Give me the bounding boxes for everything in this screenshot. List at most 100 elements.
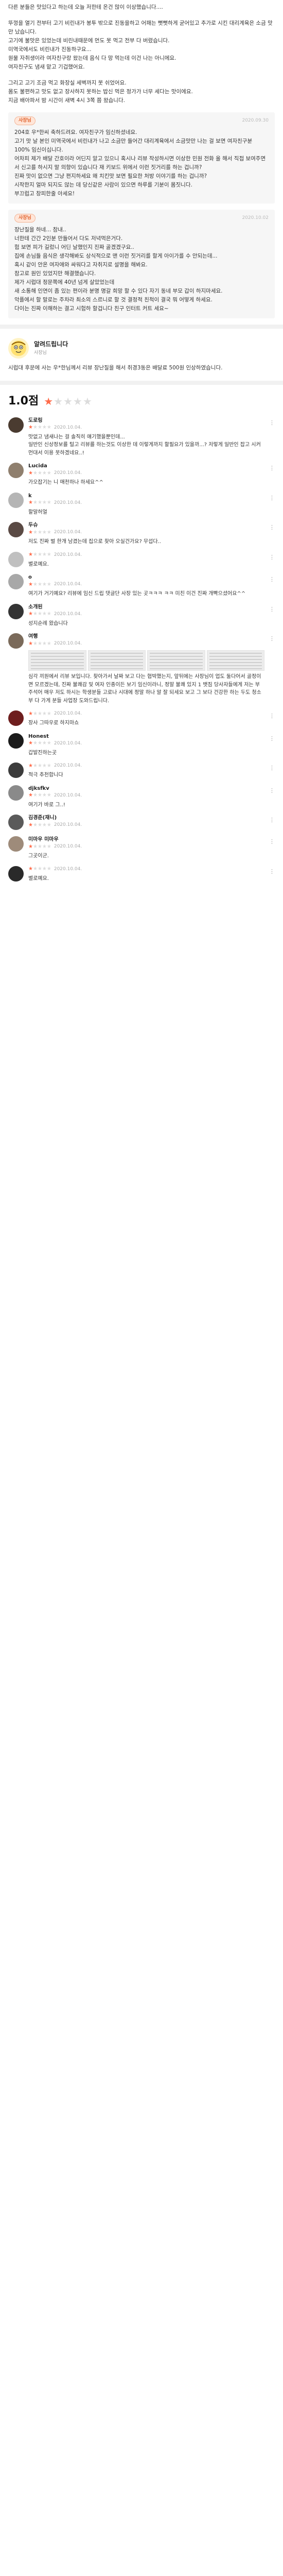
rating-score: 1.0점 bbox=[8, 395, 39, 408]
more-options-icon[interactable]: ⋮ bbox=[269, 552, 275, 562]
comment-item: Lucida ★ ★ ★ ★ ★ 2020.10.04. 가오잡기는 니 매천하나 하세요^^… bbox=[0, 459, 283, 489]
comment-stars: ★ ★ ★ ★ ★ bbox=[28, 530, 51, 536]
owner-reply-header: 사장님 2020.10.02 bbox=[14, 214, 269, 223]
comment-meta: ★ ★ ★ ★ ★ 2020.10.04. bbox=[28, 792, 264, 799]
comment-author[interactable]: 미마우 미마우 bbox=[28, 836, 264, 843]
comment-meta: ★ ★ ★ ★ ★ 2020.10.04. bbox=[28, 822, 264, 828]
star-icon: ★ bbox=[32, 552, 38, 558]
comment-text: 맛없고 냄새나는 걸 솔직히 얘기했을뿐인데... 일반인 신상정보를 털고 리… bbox=[28, 434, 261, 456]
comment-stars: ★ ★ ★ ★ ★ bbox=[28, 866, 51, 872]
more-options-icon[interactable]: ⋮ bbox=[269, 866, 275, 876]
avatar[interactable] bbox=[8, 551, 24, 567]
comment-stars: ★ ★ ★ ★ ★ bbox=[28, 611, 51, 617]
comment-author[interactable]: o bbox=[28, 574, 264, 581]
star-icon: ★ bbox=[37, 740, 42, 747]
more-options-icon[interactable]: ⋮ bbox=[269, 815, 275, 825]
comment-author[interactable]: Honest bbox=[28, 733, 264, 740]
more-options-icon[interactable]: ⋮ bbox=[269, 493, 275, 503]
comment-body: 미마우 미마우 ★ ★ ★ ★ ★ 2020.10.04. 그곳이군. bbox=[28, 836, 264, 860]
avatar[interactable] bbox=[8, 603, 24, 619]
avatar[interactable] bbox=[8, 815, 24, 831]
comment-stars: ★ ★ ★ ★ ★ bbox=[28, 822, 51, 828]
star-icon: ★ bbox=[73, 395, 82, 408]
comment-body: ★ ★ ★ ★ ★ 2020.10.04. 적극 추천합니다 bbox=[28, 762, 264, 779]
avatar[interactable] bbox=[8, 733, 24, 749]
attached-image[interactable] bbox=[147, 650, 205, 671]
star-icon: ★ bbox=[42, 581, 47, 587]
avatar[interactable] bbox=[8, 463, 24, 479]
comment-author[interactable]: k bbox=[28, 493, 264, 500]
avatar[interactable] bbox=[8, 522, 24, 538]
comment-author[interactable]: djksfkv bbox=[28, 785, 264, 792]
more-options-icon[interactable]: ⋮ bbox=[269, 733, 275, 743]
owner-reply: 사장님 2020.10.02 장난질을 하네... 참내.. 너한테 간간 2인… bbox=[8, 210, 275, 318]
star-icon: ★ bbox=[42, 552, 47, 558]
more-options-icon[interactable]: ⋮ bbox=[269, 785, 275, 795]
avatar[interactable] bbox=[8, 574, 24, 590]
comment-author[interactable]: Lucida bbox=[28, 463, 264, 470]
avatar[interactable] bbox=[8, 710, 24, 726]
comment-text: 별로예요. bbox=[28, 875, 49, 882]
reply-date: 2020.09.30 bbox=[242, 118, 269, 124]
avatar[interactable] bbox=[8, 866, 24, 882]
more-options-icon[interactable]: ⋮ bbox=[269, 762, 275, 773]
avatar[interactable] bbox=[8, 492, 24, 508]
more-options-icon[interactable]: ⋮ bbox=[269, 633, 275, 643]
star-icon: ★ bbox=[28, 552, 33, 558]
comment-stars: ★ ★ ★ ★ ★ bbox=[28, 582, 51, 588]
comment-author[interactable]: 도로링 bbox=[28, 417, 264, 425]
comment-author[interactable]: 여행 bbox=[28, 633, 264, 640]
avatar[interactable] bbox=[8, 762, 24, 778]
more-options-icon[interactable]: ⋮ bbox=[269, 836, 275, 846]
star-icon: ★ bbox=[32, 529, 38, 535]
avatar[interactable] bbox=[8, 633, 24, 649]
section-divider bbox=[0, 325, 283, 329]
comment-meta: ★ ★ ★ ★ ★ 2020.10.04. bbox=[28, 529, 264, 536]
comment-author[interactable]: 김경준(재니) bbox=[28, 815, 264, 822]
comment-body: Honest ★ ★ ★ ★ ★ 2020.10.04. 갑발진하는곳 bbox=[28, 733, 264, 757]
more-options-icon[interactable]: ⋮ bbox=[269, 710, 275, 721]
avatar[interactable] bbox=[8, 417, 24, 433]
reply-date: 2020.10.02 bbox=[242, 215, 269, 221]
comment-body: o ★ ★ ★ ★ ★ 2020.10.04. 여기가 거기예요? 리뷰에 임신 드립 댓글단… bbox=[28, 574, 264, 598]
comment-meta: ★ ★ ★ ★ ★ 2020.10.04. bbox=[28, 425, 264, 431]
star-icon: ★ bbox=[28, 470, 33, 476]
comment-meta: ★ ★ ★ ★ ★ 2020.10.04. bbox=[28, 762, 264, 769]
notice-text: 시럽대 후문에 사는 우*한님께서 리뷰 장난질을 해서 취경3동은 배달료 5… bbox=[8, 365, 223, 371]
star-icon: ★ bbox=[32, 762, 38, 769]
star-icon: ★ bbox=[37, 611, 42, 617]
owner-badge: 사장님 bbox=[14, 116, 36, 125]
comment-stars: ★ ★ ★ ★ ★ bbox=[28, 844, 51, 850]
notice-subtitle: 사장님 bbox=[34, 350, 47, 356]
more-options-icon[interactable]: ⋮ bbox=[269, 463, 275, 473]
more-options-icon[interactable]: ⋮ bbox=[269, 604, 275, 614]
comment-item: o ★ ★ ★ ★ ★ 2020.10.04. 여기가 거기예요? 리뷰에 임신 드립 댓글단… bbox=[0, 570, 283, 600]
comment-meta: ★ ★ ★ ★ ★ 2020.10.04. bbox=[28, 843, 264, 850]
comment-date: 2020.10.04. bbox=[54, 844, 82, 850]
avatar[interactable] bbox=[8, 836, 24, 852]
comment-body: ★ ★ ★ ★ ★ 2020.10.04. 장사 그따우로 하지마쇼 bbox=[28, 710, 264, 727]
comment-date: 2020.10.04. bbox=[54, 500, 82, 505]
more-options-icon[interactable]: ⋮ bbox=[269, 574, 275, 584]
star-icon: ★ bbox=[32, 640, 38, 647]
comment-author[interactable]: 두슈 bbox=[28, 522, 264, 529]
attached-image[interactable] bbox=[87, 650, 146, 671]
comment-body: ★ ★ ★ ★ ★ 2020.10.04. 별로예요. bbox=[28, 866, 264, 883]
star-icon: ★ bbox=[46, 611, 51, 617]
avatar[interactable] bbox=[8, 785, 24, 801]
star-icon: ★ bbox=[46, 866, 51, 872]
comment-list: 도로링 ★ ★ ★ ★ ★ 2020.10.04. 맛없고 냄새나는 걸 솔직히 얘기했을뿐인… bbox=[0, 414, 283, 885]
star-icon: ★ bbox=[42, 470, 47, 476]
comment-body: 김경준(재니) ★ ★ ★ ★ ★ 2020.10.04. bbox=[28, 815, 264, 831]
star-icon: ★ bbox=[32, 500, 38, 506]
star-icon: ★ bbox=[37, 822, 42, 828]
comment-stars: ★ ★ ★ ★ ★ bbox=[28, 763, 51, 769]
attached-image[interactable] bbox=[28, 650, 86, 671]
more-options-icon[interactable]: ⋮ bbox=[269, 417, 275, 428]
attached-image[interactable] bbox=[206, 650, 264, 671]
star-icon: ★ bbox=[42, 529, 47, 535]
comment-stars: ★ ★ ★ ★ ★ bbox=[28, 740, 51, 747]
more-options-icon[interactable]: ⋮ bbox=[269, 522, 275, 532]
comment-author[interactable]: 소개된 bbox=[28, 604, 264, 611]
comment-item: 소개된 ★ ★ ★ ★ ★ 2020.10.04. 성지순례 왔습니다 ⋮ bbox=[0, 600, 283, 630]
